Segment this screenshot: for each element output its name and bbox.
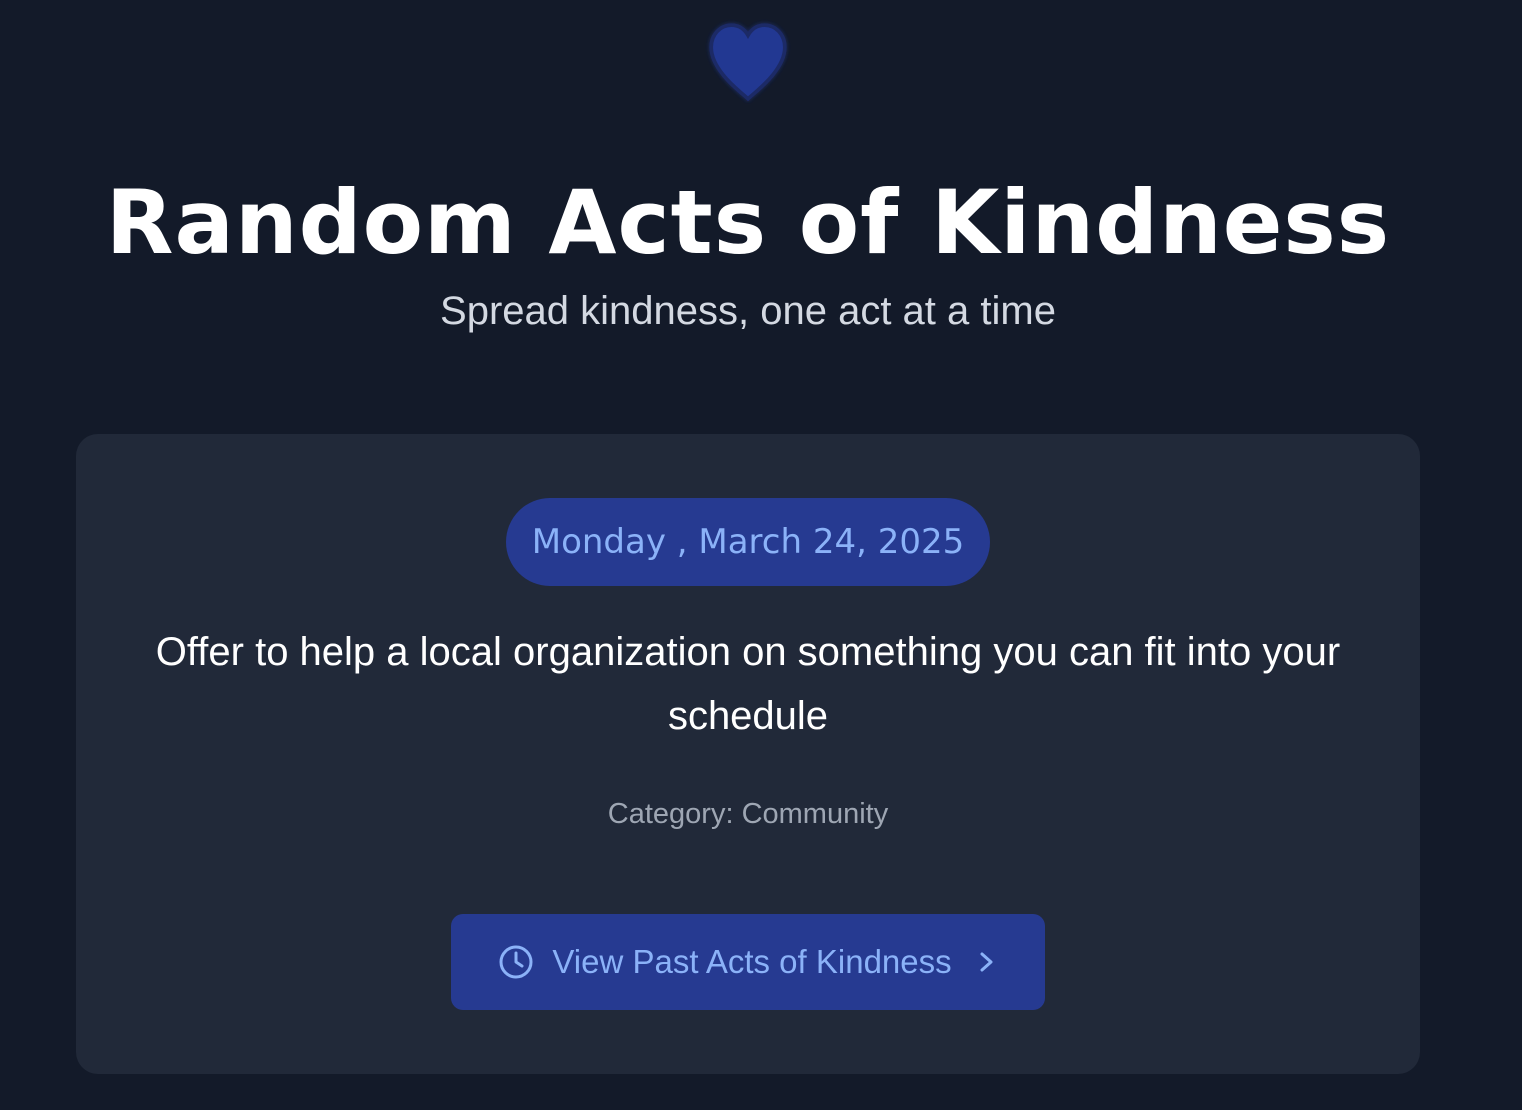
heart-icon xyxy=(702,16,794,108)
kindness-card: Monday , March 24, 2025 Offer to help a … xyxy=(76,434,1420,1074)
view-past-acts-label: View Past Acts of Kindness xyxy=(552,943,952,980)
clock-icon xyxy=(498,944,534,980)
chevron-right-icon xyxy=(974,947,998,977)
page-title: Random Acts of Kindness xyxy=(105,171,1391,274)
act-description: Offer to help a local organization on so… xyxy=(155,630,1341,738)
category-label: Category: Community xyxy=(607,798,889,830)
page-subtitle: Spread kindness, one act at a time xyxy=(440,289,1056,333)
date-badge: Monday , March 24, 2025 xyxy=(506,498,990,586)
view-past-acts-button[interactable]: View Past Acts of Kindness xyxy=(451,914,1045,1010)
